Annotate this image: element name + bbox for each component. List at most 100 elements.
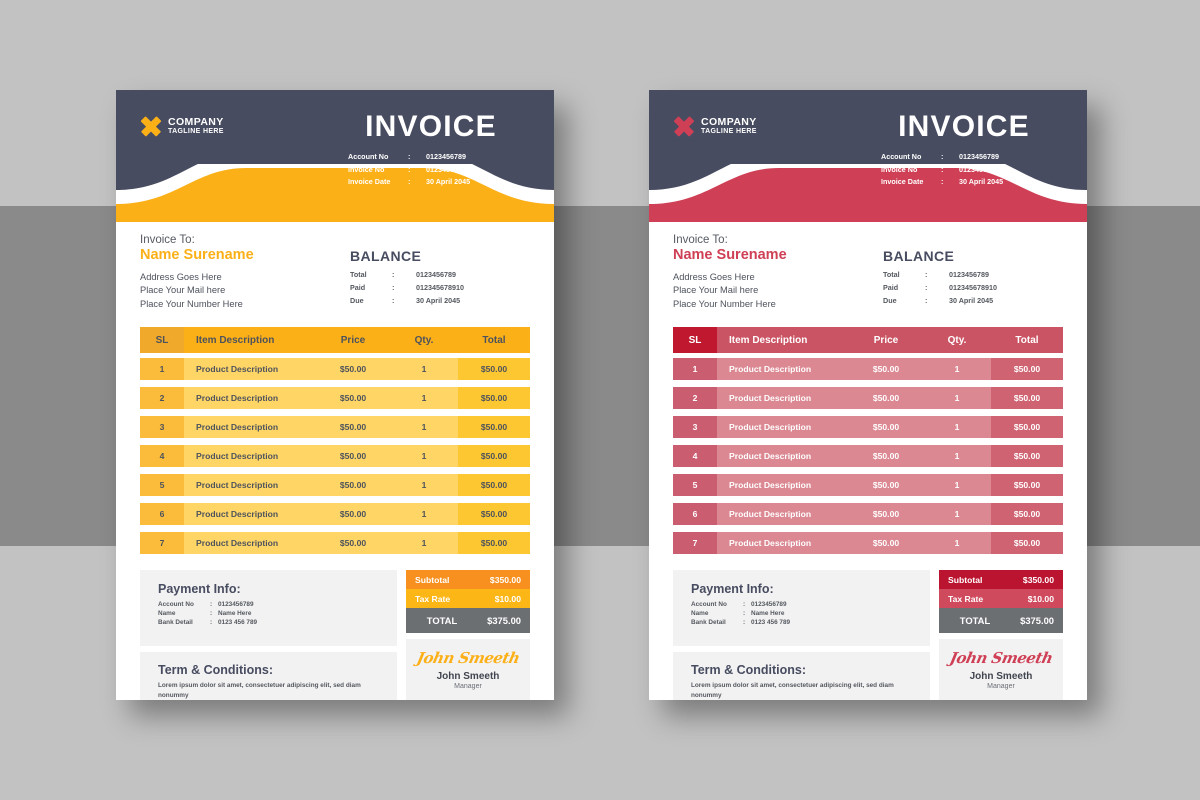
cell-sl: 5 <box>673 474 717 497</box>
signature-name: John Smeeth <box>436 670 500 682</box>
col-header-price: Price <box>849 327 923 354</box>
invoice-to-label: Invoice To: <box>140 234 195 246</box>
payment-value: 0123456789 <box>751 601 787 609</box>
cell-description: Product Description <box>717 532 849 555</box>
page-title: INVOICE <box>898 110 1030 143</box>
table-row: 6 Product Description $50.00 1 $50.00 <box>673 503 1063 526</box>
cell-description: Product Description <box>184 474 316 497</box>
cell-sl: 7 <box>673 532 717 555</box>
col-header-description: Item Description <box>184 327 316 354</box>
cell-price: $50.00 <box>316 474 390 497</box>
payment-info-row: Account No:0123456789 <box>158 601 383 608</box>
cell-total: $50.00 <box>991 358 1063 381</box>
payment-info-title: Payment Info: <box>158 582 241 597</box>
cell-description: Product Description <box>717 358 849 381</box>
col-header-sl: SL <box>673 327 717 354</box>
signature-block: John Smeeth John Smeeth Manager <box>406 639 530 700</box>
meta-separator: : <box>941 177 944 186</box>
balance-separator: : <box>925 296 928 305</box>
col-header-qty: Qty. <box>390 327 458 354</box>
balance-value: 30 April 2045 <box>949 296 994 305</box>
footer-right-column: Subtotal $350.00 Tax Rate $10.00 TOTAL $375.0… <box>939 570 1063 700</box>
totals-label: Subtotal <box>415 574 450 585</box>
cell-total: $50.00 <box>991 445 1063 468</box>
cell-sl: 1 <box>673 358 717 381</box>
cell-total: $50.00 <box>991 503 1063 526</box>
cell-sl: 4 <box>673 445 717 468</box>
cell-description: Product Description <box>184 387 316 410</box>
company-tagline: TAGLINE HERE <box>168 127 224 135</box>
balance-rows: Total: 0123456789 Paid: 012345678910 Due: 30 … <box>883 270 1063 305</box>
terms-body: Lorem ipsum dolor sit amet, consectetuer… <box>691 682 894 700</box>
company-logo[interactable]: COMPANY TAGLINE HERE <box>140 115 224 137</box>
totals-box: Subtotal $350.00 Tax Rate $10.00 TOTAL $375.0… <box>406 570 530 634</box>
payment-info-rows: Account No:0123456789 Name: Name Here Bank … <box>158 601 383 626</box>
invoice-header: COMPANY TAGLINE HERE INVOICE Account No:… <box>649 90 1087 222</box>
invoice-to-line: Place Your Number Here <box>673 298 776 309</box>
invoice-info-section: Invoice To: Name Surename Address Goes H… <box>649 220 1087 311</box>
cell-sl: 5 <box>140 474 184 497</box>
cell-sl: 3 <box>673 416 717 439</box>
totals-value: $10.00 <box>494 593 521 604</box>
cell-qty: 1 <box>390 532 458 555</box>
balance-row: Total: 0123456789 <box>350 270 530 279</box>
meta-value: 012345678910 <box>426 164 474 174</box>
cell-total: $50.00 <box>458 387 530 410</box>
payment-info-row: Bank Detail:0123 456 789 <box>158 619 383 626</box>
meta-key: Account No <box>348 152 389 161</box>
terms-panel: Term & Conditions: Lorem ipsum dolor sit… <box>140 652 397 700</box>
payment-separator: : <box>210 610 213 618</box>
balance-separator: : <box>392 296 395 305</box>
invoice-title-block: INVOICE Account No: 0123456789 Invoice No:… <box>859 112 1069 190</box>
balance-separator: : <box>392 270 395 279</box>
invoice-to-block: Invoice To: Name Surename Address Goes H… <box>673 234 883 311</box>
invoice-to-line: Place Your Mail here <box>673 285 759 296</box>
balance-value: 0123456789 <box>416 270 456 279</box>
payment-info-title: Payment Info: <box>691 582 774 597</box>
totals-value: $350.00 <box>1022 574 1054 585</box>
totals-label: TOTAL <box>426 615 458 627</box>
line-items-table: SL Item Description Price Qty. Total 1 Pr… <box>140 327 530 555</box>
payment-info-row: Account No:0123456789 <box>691 601 916 608</box>
grand-total-row: TOTAL $375.00 <box>406 608 530 634</box>
cell-qty: 1 <box>390 358 458 381</box>
x-logo-icon <box>673 115 695 137</box>
payment-separator: : <box>743 619 746 627</box>
cell-total: $50.00 <box>991 532 1063 555</box>
invoice-to-name: Name Surename <box>140 247 254 263</box>
payment-value: Name Here <box>218 610 252 618</box>
company-logo[interactable]: COMPANY TAGLINE HERE <box>673 115 757 137</box>
cell-description: Product Description <box>184 532 316 555</box>
invoice-to-block: Invoice To: Name Surename Address Goes H… <box>140 234 350 311</box>
signature-script: John Smeeth <box>948 648 1055 667</box>
totals-value: $375.00 <box>1020 615 1054 627</box>
company-logo-text: COMPANY TAGLINE HERE <box>701 116 757 135</box>
cell-total: $50.00 <box>458 474 530 497</box>
totals-label: Subtotal <box>948 574 983 585</box>
balance-row: Due: 30 April 2045 <box>350 296 530 305</box>
table-row: 3 Product Description $50.00 1 $50.00 <box>140 416 530 439</box>
invoice-meta-list: Account No: 0123456789 Invoice No: 01234567… <box>326 152 536 186</box>
payment-key: Bank Detail <box>158 619 193 627</box>
invoice-meta-row: Invoice Date: 30 April 2045 <box>859 177 1069 186</box>
totals-value: $10.00 <box>1027 593 1054 604</box>
payment-key: Name <box>691 610 709 618</box>
cell-price: $50.00 <box>849 532 923 555</box>
invoice-sheet-red: COMPANY TAGLINE HERE INVOICE Account No:… <box>649 90 1087 700</box>
terms-panel: Term & Conditions: Lorem ipsum dolor sit… <box>673 652 930 700</box>
invoice-meta-row: Invoice No: 012345678910 <box>859 165 1069 174</box>
meta-key: Invoice No <box>348 164 385 174</box>
meta-value: 0123456789 <box>426 152 466 161</box>
totals-row: Tax Rate $10.00 <box>939 589 1063 609</box>
balance-title: BALANCE <box>350 248 422 264</box>
col-header-description: Item Description <box>717 327 849 354</box>
invoice-to-name: Name Surename <box>673 247 787 263</box>
cell-qty: 1 <box>923 416 991 439</box>
cell-price: $50.00 <box>316 503 390 526</box>
table-row: 1 Product Description $50.00 1 $50.00 <box>140 358 530 381</box>
invoice-to-line: Address Goes Here <box>673 272 755 282</box>
payment-info-row: Bank Detail:0123 456 789 <box>691 619 916 626</box>
x-logo-icon <box>140 115 162 137</box>
cell-total: $50.00 <box>458 416 530 439</box>
cell-qty: 1 <box>923 503 991 526</box>
